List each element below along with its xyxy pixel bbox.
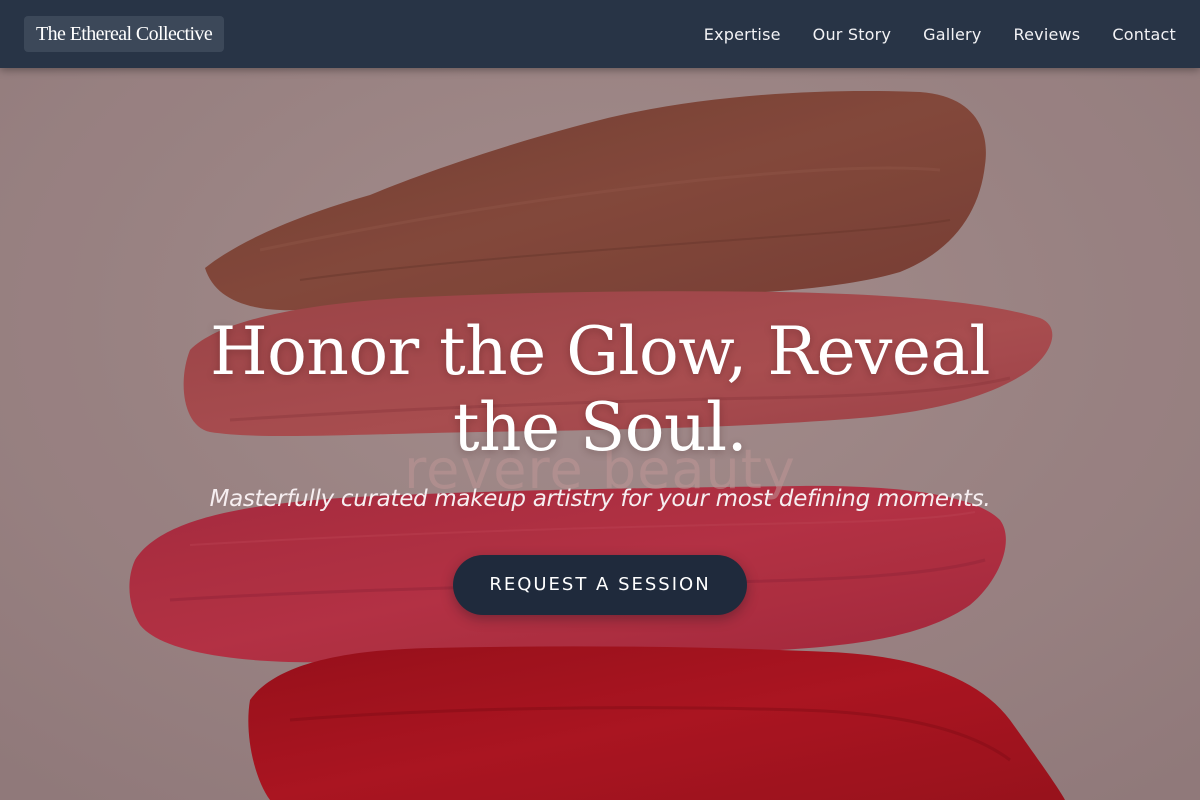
top-navigation-bar: The Ethereal Collective Expertise Our St…	[0, 0, 1200, 68]
hero-section: Honor the Glow, Reveal the Soul. Masterf…	[0, 314, 1200, 615]
nav-links: Expertise Our Story Gallery Reviews Cont…	[704, 0, 1176, 68]
nav-link-gallery[interactable]: Gallery	[923, 25, 981, 44]
hero-subtitle: Masterfully curated makeup artistry for …	[209, 486, 991, 512]
nav-link-reviews[interactable]: Reviews	[1014, 25, 1081, 44]
hero-title: Honor the Glow, Reveal the Soul.	[210, 313, 990, 466]
nav-link-expertise[interactable]: Expertise	[704, 25, 781, 44]
nav-link-contact[interactable]: Contact	[1112, 25, 1176, 44]
landing-page: revere beauty The Ethereal Collective Ex…	[0, 0, 1200, 800]
brand-logo-link[interactable]: The Ethereal Collective	[24, 16, 225, 52]
nav-link-our-story[interactable]: Our Story	[813, 25, 891, 44]
request-session-button[interactable]: REQUEST A SESSION	[453, 555, 747, 615]
